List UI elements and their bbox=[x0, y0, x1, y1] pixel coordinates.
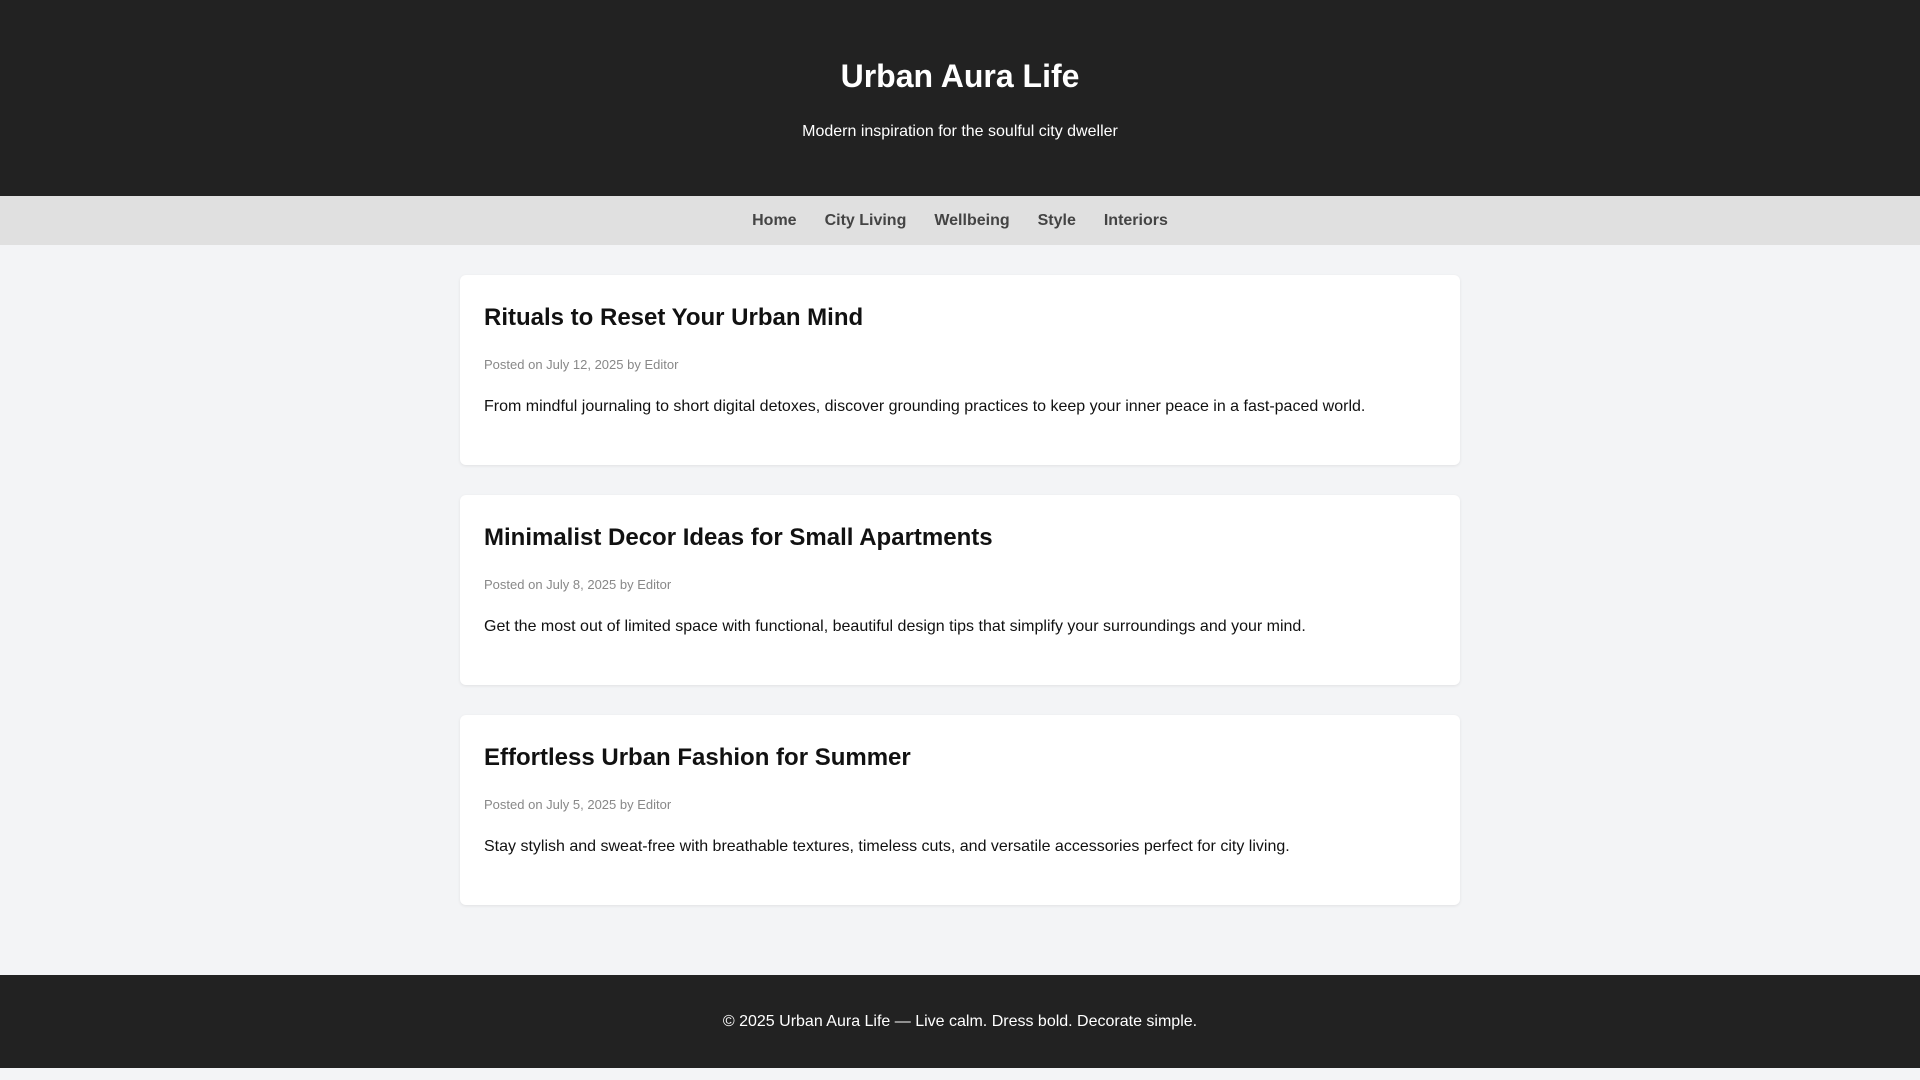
post-meta: Posted on July 12, 2025 by Editor bbox=[484, 357, 679, 372]
post-list: Rituals to Reset Your Urban Mind Posted … bbox=[460, 245, 1460, 955]
site-tagline: Modern inspiration for the soulful city … bbox=[802, 123, 1118, 140]
site-footer: © 2025 Urban Aura Life — Live calm. Dres… bbox=[0, 975, 1920, 1068]
post-title[interactable]: Minimalist Decor Ideas for Small Apartme… bbox=[484, 523, 1436, 553]
footer-copyright: © 2025 Urban Aura Life — Live calm. Dres… bbox=[722, 1012, 1198, 1030]
post-card: Minimalist Decor Ideas for Small Apartme… bbox=[460, 495, 1460, 685]
post-title[interactable]: Rituals to Reset Your Urban Mind bbox=[484, 303, 1436, 333]
nav-item-wellbeing[interactable]: Wellbeing bbox=[934, 211, 1009, 231]
post-card: Effortless Urban Fashion for Summer Post… bbox=[460, 715, 1460, 905]
post-card: Rituals to Reset Your Urban Mind Posted … bbox=[460, 275, 1460, 465]
site-title[interactable]: Urban Aura Life bbox=[0, 56, 1920, 96]
post-excerpt: Get the most out of limited space with f… bbox=[484, 618, 1306, 635]
post-excerpt: Stay stylish and sweat-free with breatha… bbox=[484, 838, 1290, 855]
post-meta: Posted on July 5, 2025 by Editor bbox=[484, 797, 672, 812]
site-header: Urban Aura Life Modern inspiration for t… bbox=[0, 0, 1920, 196]
nav-item-city-living[interactable]: City Living bbox=[825, 211, 907, 231]
post-meta: Posted on July 8, 2025 by Editor bbox=[484, 577, 672, 592]
nav-item-interiors[interactable]: Interiors bbox=[1104, 211, 1168, 231]
post-title[interactable]: Effortless Urban Fashion for Summer bbox=[484, 743, 1436, 773]
nav-item-home[interactable]: Home bbox=[752, 211, 796, 231]
main-nav: Home City Living Wellbeing Style Interio… bbox=[0, 196, 1920, 245]
post-excerpt: From mindful journaling to short digital… bbox=[484, 398, 1366, 415]
nav-item-style[interactable]: Style bbox=[1038, 211, 1076, 231]
